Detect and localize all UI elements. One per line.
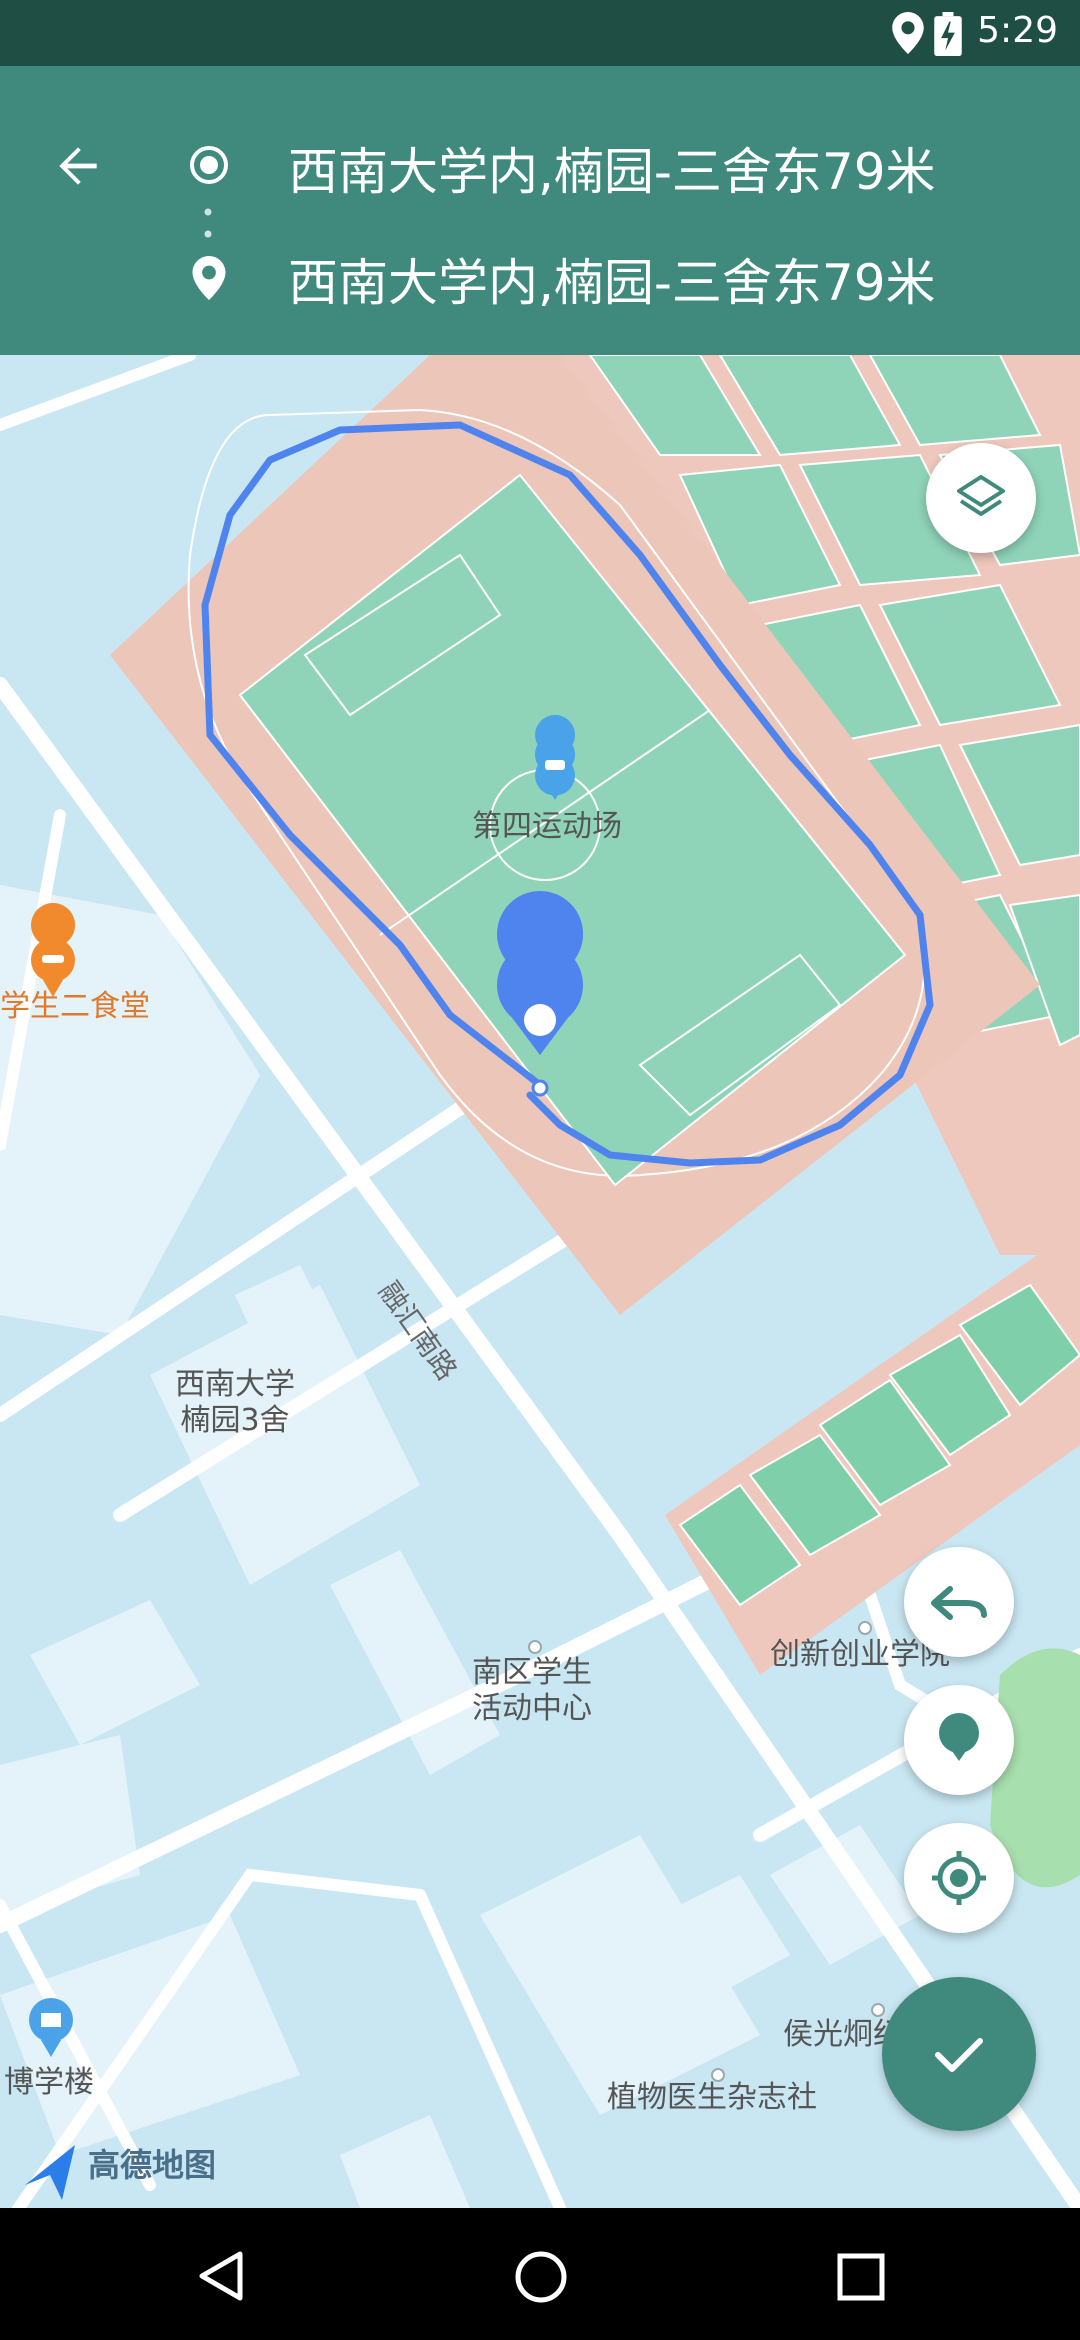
start-point-icon: [190, 146, 228, 184]
map-view[interactable]: 第四运动场 学生二食堂 西南大学 楠园3舍 融汇南路 南区学生 活动中心 创新创…: [0, 355, 1080, 2208]
my-location-button[interactable]: [904, 1823, 1014, 1933]
map-layers-button[interactable]: [926, 443, 1036, 553]
crosshair-icon: [932, 1851, 986, 1905]
route-header: 西南大学内,楠园-三舍东79米 西南大学内,楠园-三舍东79米: [0, 66, 1080, 355]
add-marker-button[interactable]: [904, 1685, 1014, 1795]
balloon-marker-icon: [939, 1713, 979, 1761]
recents-nav-icon[interactable]: [836, 2252, 886, 2302]
status-bar: 5:29: [0, 0, 1080, 66]
back-nav-icon[interactable]: [196, 2250, 246, 2302]
amap-brand: 高德地图: [88, 2146, 217, 2184]
poi-plant-doctor-label: 植物医生杂志社: [607, 2080, 817, 2115]
status-time: 5:29: [977, 10, 1058, 51]
poi-stadium-label: 第四运动场: [472, 809, 622, 844]
battery-charging-icon: [934, 12, 962, 56]
confirm-button[interactable]: [882, 1977, 1036, 2131]
poi-activity-center-label: 南区学生 活动中心: [472, 1655, 592, 1726]
checkmark-icon: [935, 2038, 983, 2072]
poi-library-label: 博学楼: [4, 2065, 94, 2100]
start-address[interactable]: 西南大学内,楠园-三舍东79米: [288, 132, 936, 204]
route-dots: [204, 208, 212, 238]
back-arrow-icon[interactable]: [50, 138, 106, 194]
navigation-bar: [0, 2208, 1080, 2340]
end-point-icon: [192, 256, 226, 300]
location-icon: [892, 12, 924, 54]
undo-icon: [931, 1586, 987, 1620]
home-nav-icon[interactable]: [514, 2250, 568, 2304]
layers-icon: [957, 475, 1005, 516]
poi-canteen-label: 学生二食堂: [0, 989, 150, 1024]
poi-dorm-label: 西南大学 楠园3舍: [175, 1367, 295, 1438]
undo-button[interactable]: [904, 1547, 1014, 1657]
end-address[interactable]: 西南大学内,楠园-三舍东79米: [288, 243, 936, 315]
